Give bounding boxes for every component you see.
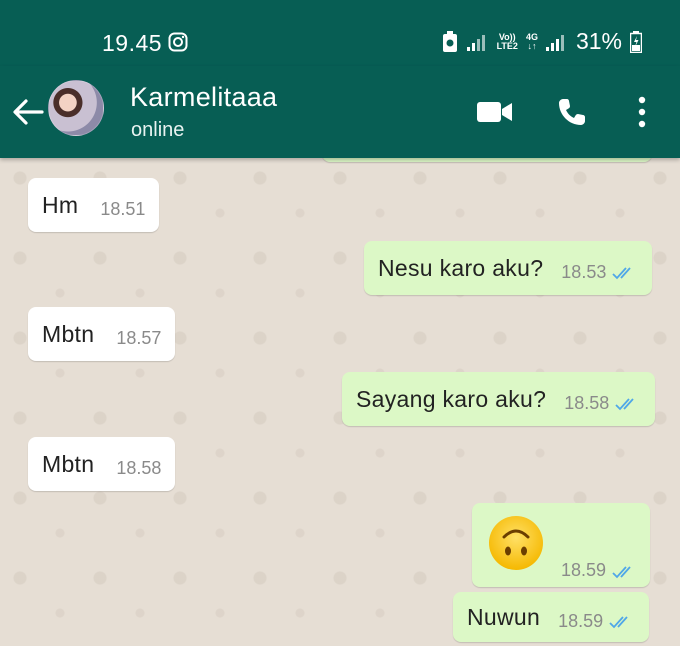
message-text: Mbtn: [42, 450, 95, 477]
message-time: 18.57: [116, 327, 162, 348]
message-bubble-incoming[interactable]: Mbtn 18.58: [28, 437, 176, 491]
read-ticks-icon: [615, 398, 634, 411]
message-bubble-outgoing[interactable]: Sayang karo aku? 18.58: [342, 372, 656, 426]
message-text: Nuwun: [467, 603, 541, 630]
read-ticks-icon: [612, 267, 632, 280]
contact-avatar[interactable]: [48, 80, 104, 136]
message-time: 18.53: [561, 261, 607, 282]
chat-area[interactable]: Hm 18.51 Nesu karo aku? 18.53 Mbtn 18.57…: [0, 158, 680, 646]
status-bar: 19.45 Vo)) LTE2 4G ↓↑ 31%: [0, 0, 680, 66]
battery-icon: [630, 30, 642, 53]
message-bubble-outgoing-emoji[interactable]: 18.59: [472, 503, 650, 587]
message-meta: 18.59: [561, 560, 638, 581]
contact-status: online: [131, 119, 185, 141]
message-bubble-incoming[interactable]: Mbtn 18.57: [28, 307, 176, 361]
message-time: 18.59: [558, 610, 604, 631]
previous-message-bubble: [322, 158, 652, 162]
instagram-icon: [168, 32, 188, 52]
voice-call-icon[interactable]: [556, 96, 588, 128]
message-time: 18.58: [564, 392, 610, 413]
volte-indicator: Vo)) LTE2: [496, 32, 518, 51]
read-ticks-icon: [609, 616, 628, 629]
status-time: 19.45: [102, 30, 163, 56]
more-options-icon[interactable]: [636, 96, 648, 128]
read-ticks-icon: [612, 565, 631, 578]
message-text: Nesu karo aku?: [378, 254, 544, 281]
message-text: Mbtn: [42, 320, 95, 347]
data-saver-icon: [442, 30, 457, 52]
message-time: 18.58: [116, 457, 162, 478]
battery-percent: 31%: [575, 28, 622, 54]
network-gen-label: 4G: [525, 31, 538, 42]
video-call-icon[interactable]: [477, 100, 513, 124]
message-bubble-outgoing[interactable]: Nesu karo aku? 18.53: [364, 241, 653, 295]
status-indicators: Vo)) LTE2 4G ↓↑ 31%: [441, 28, 642, 55]
upside-down-face-emoji-icon: [489, 516, 543, 570]
signal-icon-2: [545, 34, 564, 51]
message-text: Hm: [42, 191, 79, 218]
message-text: Sayang karo aku?: [356, 385, 547, 412]
back-arrow-icon[interactable]: [12, 98, 44, 126]
volte-bottom-label: LTE2: [496, 40, 518, 51]
message-bubble-outgoing[interactable]: Nuwun 18.59: [453, 592, 650, 642]
contact-name[interactable]: Karmelitaaa: [130, 82, 277, 113]
signal-icon: [466, 34, 485, 51]
chat-header: Karmelitaaa online: [0, 66, 680, 158]
network-gen-indicator: 4G ↓↑: [525, 31, 538, 51]
message-time: 18.51: [100, 198, 146, 219]
message-bubble-incoming[interactable]: Hm 18.51: [28, 178, 160, 232]
message-time: 18.59: [560, 560, 606, 580]
